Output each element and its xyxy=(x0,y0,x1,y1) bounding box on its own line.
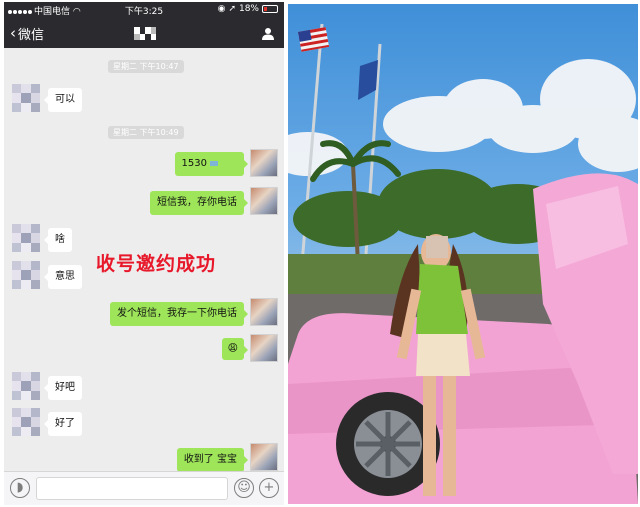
chat-title-avatar xyxy=(134,27,156,40)
overlay-caption: 收号邀约成功 xyxy=(96,253,217,275)
battery-percent: 18% xyxy=(238,4,259,14)
chat-screenshot: 中国电信 ◠ 下午3:25 ◉ ➚ 18% ‹ 微信 星期二 下午10:47 星… xyxy=(4,2,284,505)
plus-icon[interactable]: + xyxy=(259,478,279,498)
contact-avatar[interactable] xyxy=(12,261,40,289)
person-icon[interactable] xyxy=(262,27,274,40)
back-label: 微信 xyxy=(18,28,45,43)
message-bubble-outgoing: 发个短信，我存一下你电话 xyxy=(110,302,248,326)
message-bubble-outgoing: 1530 xyxy=(174,152,249,176)
back-button[interactable]: ‹ 微信 xyxy=(10,24,45,44)
message-bubble-outgoing: 短信我，存你电话 xyxy=(150,191,248,215)
message-bubble-incoming: 啥 xyxy=(44,228,72,252)
redacted-number xyxy=(210,160,218,166)
message-input[interactable] xyxy=(36,477,228,500)
photo-woman-with-pink-car xyxy=(288,4,638,504)
self-avatar[interactable] xyxy=(250,298,278,326)
voice-icon[interactable]: ◗ xyxy=(10,478,30,498)
self-avatar[interactable] xyxy=(250,334,278,362)
contact-avatar[interactable] xyxy=(12,84,40,112)
emoji-icon[interactable]: ☺ xyxy=(234,478,254,498)
status-bar: 中国电信 ◠ 下午3:25 ◉ ➚ 18% xyxy=(4,2,284,18)
self-avatar[interactable] xyxy=(250,187,278,215)
chevron-left-icon: ‹ xyxy=(10,24,16,42)
message-bubble-outgoing: 😩 xyxy=(221,338,249,360)
message-bubble-incoming: 意思 xyxy=(44,265,82,289)
battery-icon xyxy=(262,5,278,13)
contact-avatar[interactable] xyxy=(12,372,40,400)
message-bubble-incoming: 好吧 xyxy=(44,376,82,400)
contact-avatar[interactable] xyxy=(12,224,40,252)
message-bubble-incoming: 好了 xyxy=(44,412,82,436)
chat-header: ‹ 微信 xyxy=(4,18,284,48)
photo-scene xyxy=(288,23,638,504)
message-bubble-incoming: 可以 xyxy=(44,88,82,112)
rotation-lock-icon: ◉ xyxy=(217,4,226,14)
self-avatar[interactable] xyxy=(250,149,278,177)
input-bar: ◗ ☺ + xyxy=(4,471,284,505)
self-avatar[interactable] xyxy=(250,443,278,471)
message-bubble-outgoing: 收到了 宝宝 xyxy=(176,448,249,472)
status-right: ◉ ➚ 18% xyxy=(218,4,278,14)
timestamp: 星期二 下午10:49 xyxy=(108,126,184,139)
location-icon: ➚ xyxy=(228,4,236,14)
timestamp: 星期二 下午10:47 xyxy=(108,60,184,73)
contact-avatar[interactable] xyxy=(12,408,40,436)
message-text: 1530 xyxy=(181,158,207,169)
